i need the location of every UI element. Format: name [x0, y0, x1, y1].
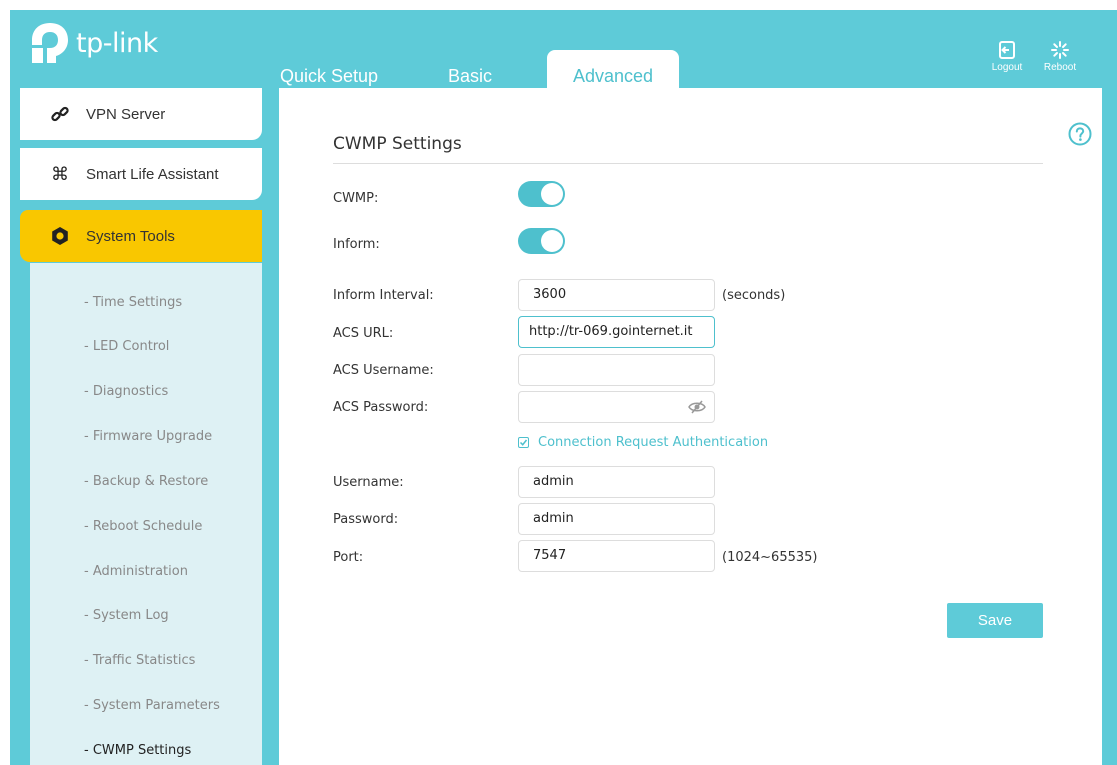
gear-icon [50, 226, 70, 246]
system-tools-submenu: - Time Settings - LED Control - Diagnost… [30, 263, 262, 765]
subnav-time-settings[interactable]: - Time Settings [84, 295, 182, 310]
acs-username-input[interactable] [518, 354, 715, 386]
checkbox-check-icon [518, 437, 529, 448]
subnav-system-parameters[interactable]: - System Parameters [84, 698, 220, 713]
logout-label: Logout [991, 62, 1023, 73]
subnav-led-control[interactable]: - LED Control [84, 339, 169, 354]
sidebar-item-label: VPN Server [86, 105, 166, 123]
subnav-firmware-upgrade[interactable]: - Firmware Upgrade [84, 429, 212, 444]
subnav-backup-restore[interactable]: - Backup & Restore [84, 474, 208, 489]
port-input[interactable]: 7547 [518, 540, 715, 572]
cwmp-label: CWMP: [333, 191, 379, 206]
save-button[interactable]: Save [947, 603, 1043, 638]
sidebar-item-label: Smart Life Assistant [86, 165, 219, 183]
acs-url-input[interactable]: http://tr-069.gointernet.it [518, 316, 715, 348]
port-label: Port: [333, 550, 364, 565]
vpn-link-icon [50, 105, 70, 123]
acs-password-input[interactable] [518, 391, 715, 423]
username-label: Username: [333, 475, 404, 490]
acs-url-label: ACS URL: [333, 326, 394, 341]
logout-icon [999, 41, 1015, 59]
subnav-traffic-statistics[interactable]: - Traffic Statistics [84, 653, 195, 668]
acs-password-label: ACS Password: [333, 400, 429, 415]
connection-request-auth-checkbox[interactable]: Connection Request Authentication [518, 435, 768, 450]
tp-link-logo-icon [32, 23, 68, 63]
reboot-icon [1051, 41, 1069, 59]
inform-label: Inform: [333, 237, 380, 252]
cwmp-toggle[interactable] [518, 181, 565, 207]
sidebar-item-vpn-server[interactable]: VPN Server [20, 88, 262, 140]
logout-button[interactable]: Logout [987, 40, 1027, 73]
reboot-label: Reboot [1043, 62, 1077, 73]
inform-interval-unit: (seconds) [722, 288, 786, 303]
inform-interval-label: Inform Interval: [333, 288, 434, 303]
tp-link-logo: tp-link [30, 20, 158, 66]
subnav-diagnostics[interactable]: - Diagnostics [84, 384, 168, 399]
username-input[interactable]: admin [518, 466, 715, 498]
hide-password-icon[interactable] [688, 400, 706, 414]
title-divider [333, 163, 1043, 164]
page-title: CWMP Settings [333, 134, 462, 154]
sidebar-item-system-tools[interactable]: System Tools [20, 210, 262, 262]
command-icon: ⌘ [51, 163, 69, 184]
subnav-cwmp-settings[interactable]: - CWMP Settings [84, 743, 191, 758]
subnav-reboot-schedule[interactable]: - Reboot Schedule [84, 519, 202, 534]
toggle-knob [541, 183, 563, 205]
inform-interval-input[interactable]: 3600 [518, 279, 715, 311]
brand-name: tp-link [76, 27, 158, 59]
subnav-system-log[interactable]: - System Log [84, 608, 169, 623]
port-range-hint: (1024~65535) [722, 550, 818, 565]
main-panel: CWMP Settings CWMP: Inform: Inform Inter… [279, 88, 1102, 765]
reboot-button[interactable]: Reboot [1040, 40, 1080, 73]
connection-request-auth-label: Connection Request Authentication [538, 435, 769, 450]
password-input[interactable]: admin [518, 503, 715, 535]
help-icon[interactable] [1068, 122, 1092, 146]
sidebar-item-label: System Tools [86, 227, 175, 245]
acs-username-label: ACS Username: [333, 363, 434, 378]
sidebar: VPN Server ⌘ Smart Life Assistant System… [20, 88, 262, 765]
sidebar-item-smart-life-assistant[interactable]: ⌘ Smart Life Assistant [20, 148, 262, 200]
inform-toggle[interactable] [518, 228, 565, 254]
toggle-knob [541, 230, 563, 252]
subnav-administration[interactable]: - Administration [84, 564, 188, 579]
password-label: Password: [333, 512, 399, 527]
